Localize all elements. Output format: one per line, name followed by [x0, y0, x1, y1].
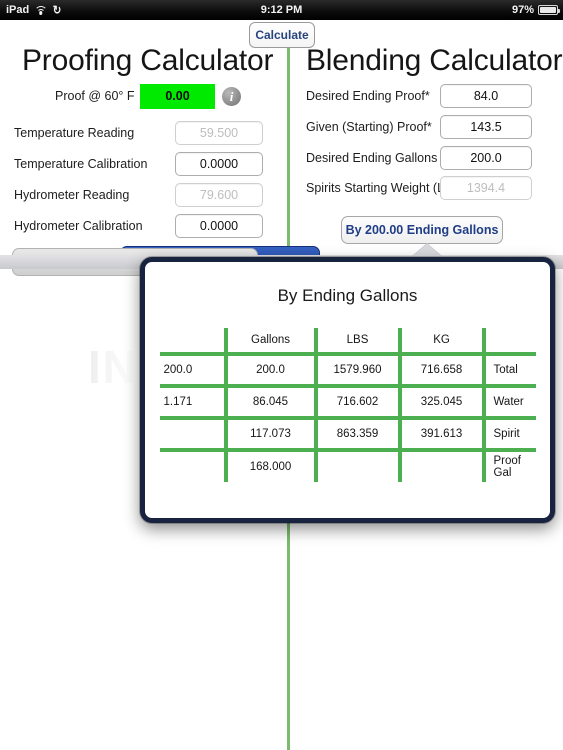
cell-kg	[397, 450, 484, 482]
proofing-calculator-title: Proofing Calculator	[22, 44, 274, 77]
desired-ending-proof-label: Desired Ending Proof*	[306, 89, 430, 103]
table-row: 117.073 863.359 391.613 Spirit	[159, 418, 536, 450]
calculate-button[interactable]: Calculate	[249, 22, 315, 48]
cell-gallons: 168.000	[223, 450, 316, 482]
temperature-reading-label: Temperature Reading	[14, 126, 135, 140]
cell-row-label: Water	[481, 386, 536, 418]
hydrometer-calibration-label: Hydrometer Calibration	[14, 219, 143, 233]
cell-lbs: 1579.960	[313, 354, 400, 386]
cell-row-label: Proof Gal	[481, 450, 536, 482]
cell-first	[160, 418, 226, 450]
cell-gallons: 200.0	[223, 354, 316, 386]
results-table-head: Gallons LBS KG	[159, 328, 536, 354]
results-popover: By Ending Gallons Gallons LBS KG 200.0 2…	[140, 257, 555, 523]
cell-kg: 391.613	[397, 418, 484, 450]
battery-icon	[538, 5, 560, 15]
results-table-body: 200.0 200.0 1579.960 716.658 Total 1.171…	[159, 354, 536, 482]
app-root: iPad ↻ 9:12 PM 97% Proofing Calculator B…	[0, 0, 563, 750]
column-header-blank-right	[481, 328, 536, 354]
given-starting-proof-input[interactable]: 143.5	[440, 115, 532, 139]
table-row: 1.171 86.045 716.602 325.045 Water	[159, 386, 536, 418]
temperature-reading-input[interactable]: 59.500	[175, 121, 263, 145]
hydrometer-reading-input[interactable]: 79.600	[175, 183, 263, 207]
cell-row-label: Spirit	[481, 418, 536, 450]
status-bar-right: 97%	[511, 4, 560, 16]
table-row: 200.0 200.0 1579.960 716.658 Total	[159, 354, 536, 386]
temperature-calibration-input[interactable]: 0.0000	[175, 152, 263, 176]
table-header-row: Gallons LBS KG	[159, 328, 536, 354]
battery-percent-label: 97%	[511, 4, 534, 16]
popover-arrow-icon	[412, 243, 442, 256]
cell-lbs: 716.602	[313, 386, 400, 418]
results-table: Gallons LBS KG 200.0 200.0 1579.960 716.…	[159, 328, 536, 482]
table-row: 168.000 Proof Gal	[160, 450, 536, 482]
hydrometer-calibration-input[interactable]: 0.0000	[175, 214, 263, 238]
column-header-kg: KG	[397, 328, 484, 354]
cell-first: 200.0	[163, 364, 193, 376]
desired-ending-gallons-input[interactable]: 200.0	[440, 146, 532, 170]
info-icon[interactable]: i	[222, 87, 241, 106]
proof-at-60-label: Proof @ 60° F	[55, 89, 135, 103]
cell-first: 1.171	[163, 396, 193, 408]
by-ending-gallons-button[interactable]: By 200.00 Ending Gallons	[341, 216, 503, 244]
hydrometer-reading-label: Hydrometer Reading	[14, 188, 130, 202]
given-starting-proof-label: Given (Starting) Proof*	[306, 120, 432, 134]
column-header-blank-left	[160, 328, 226, 354]
results-popover-title: By Ending Gallons	[277, 286, 418, 305]
column-header-gallons: Gallons	[223, 328, 316, 354]
desired-ending-gallons-label: Desired Ending Gallons	[306, 151, 438, 165]
cell-row-label: Total	[481, 354, 536, 386]
cell-kg: 325.045	[397, 386, 484, 418]
column-header-lbs: LBS	[313, 328, 400, 354]
blending-calculator-title: Blending Calculator	[306, 44, 563, 77]
cell-lbs	[313, 450, 400, 482]
temperature-calibration-label: Temperature Calibration	[14, 157, 148, 171]
proof-at-60-value: 0.00	[140, 84, 215, 109]
spirits-starting-weight-input[interactable]: 1394.4	[440, 176, 532, 200]
cell-kg: 716.658	[397, 354, 484, 386]
cell-lbs: 863.359	[313, 418, 400, 450]
status-bar: iPad ↻ 9:12 PM 97%	[0, 0, 563, 20]
cell-first	[160, 450, 226, 482]
cell-gallons: 117.073	[223, 418, 316, 450]
status-bar-time: 9:12 PM	[260, 4, 303, 16]
desired-ending-proof-input[interactable]: 84.0	[440, 84, 532, 108]
cell-gallons: 86.045	[223, 386, 316, 418]
